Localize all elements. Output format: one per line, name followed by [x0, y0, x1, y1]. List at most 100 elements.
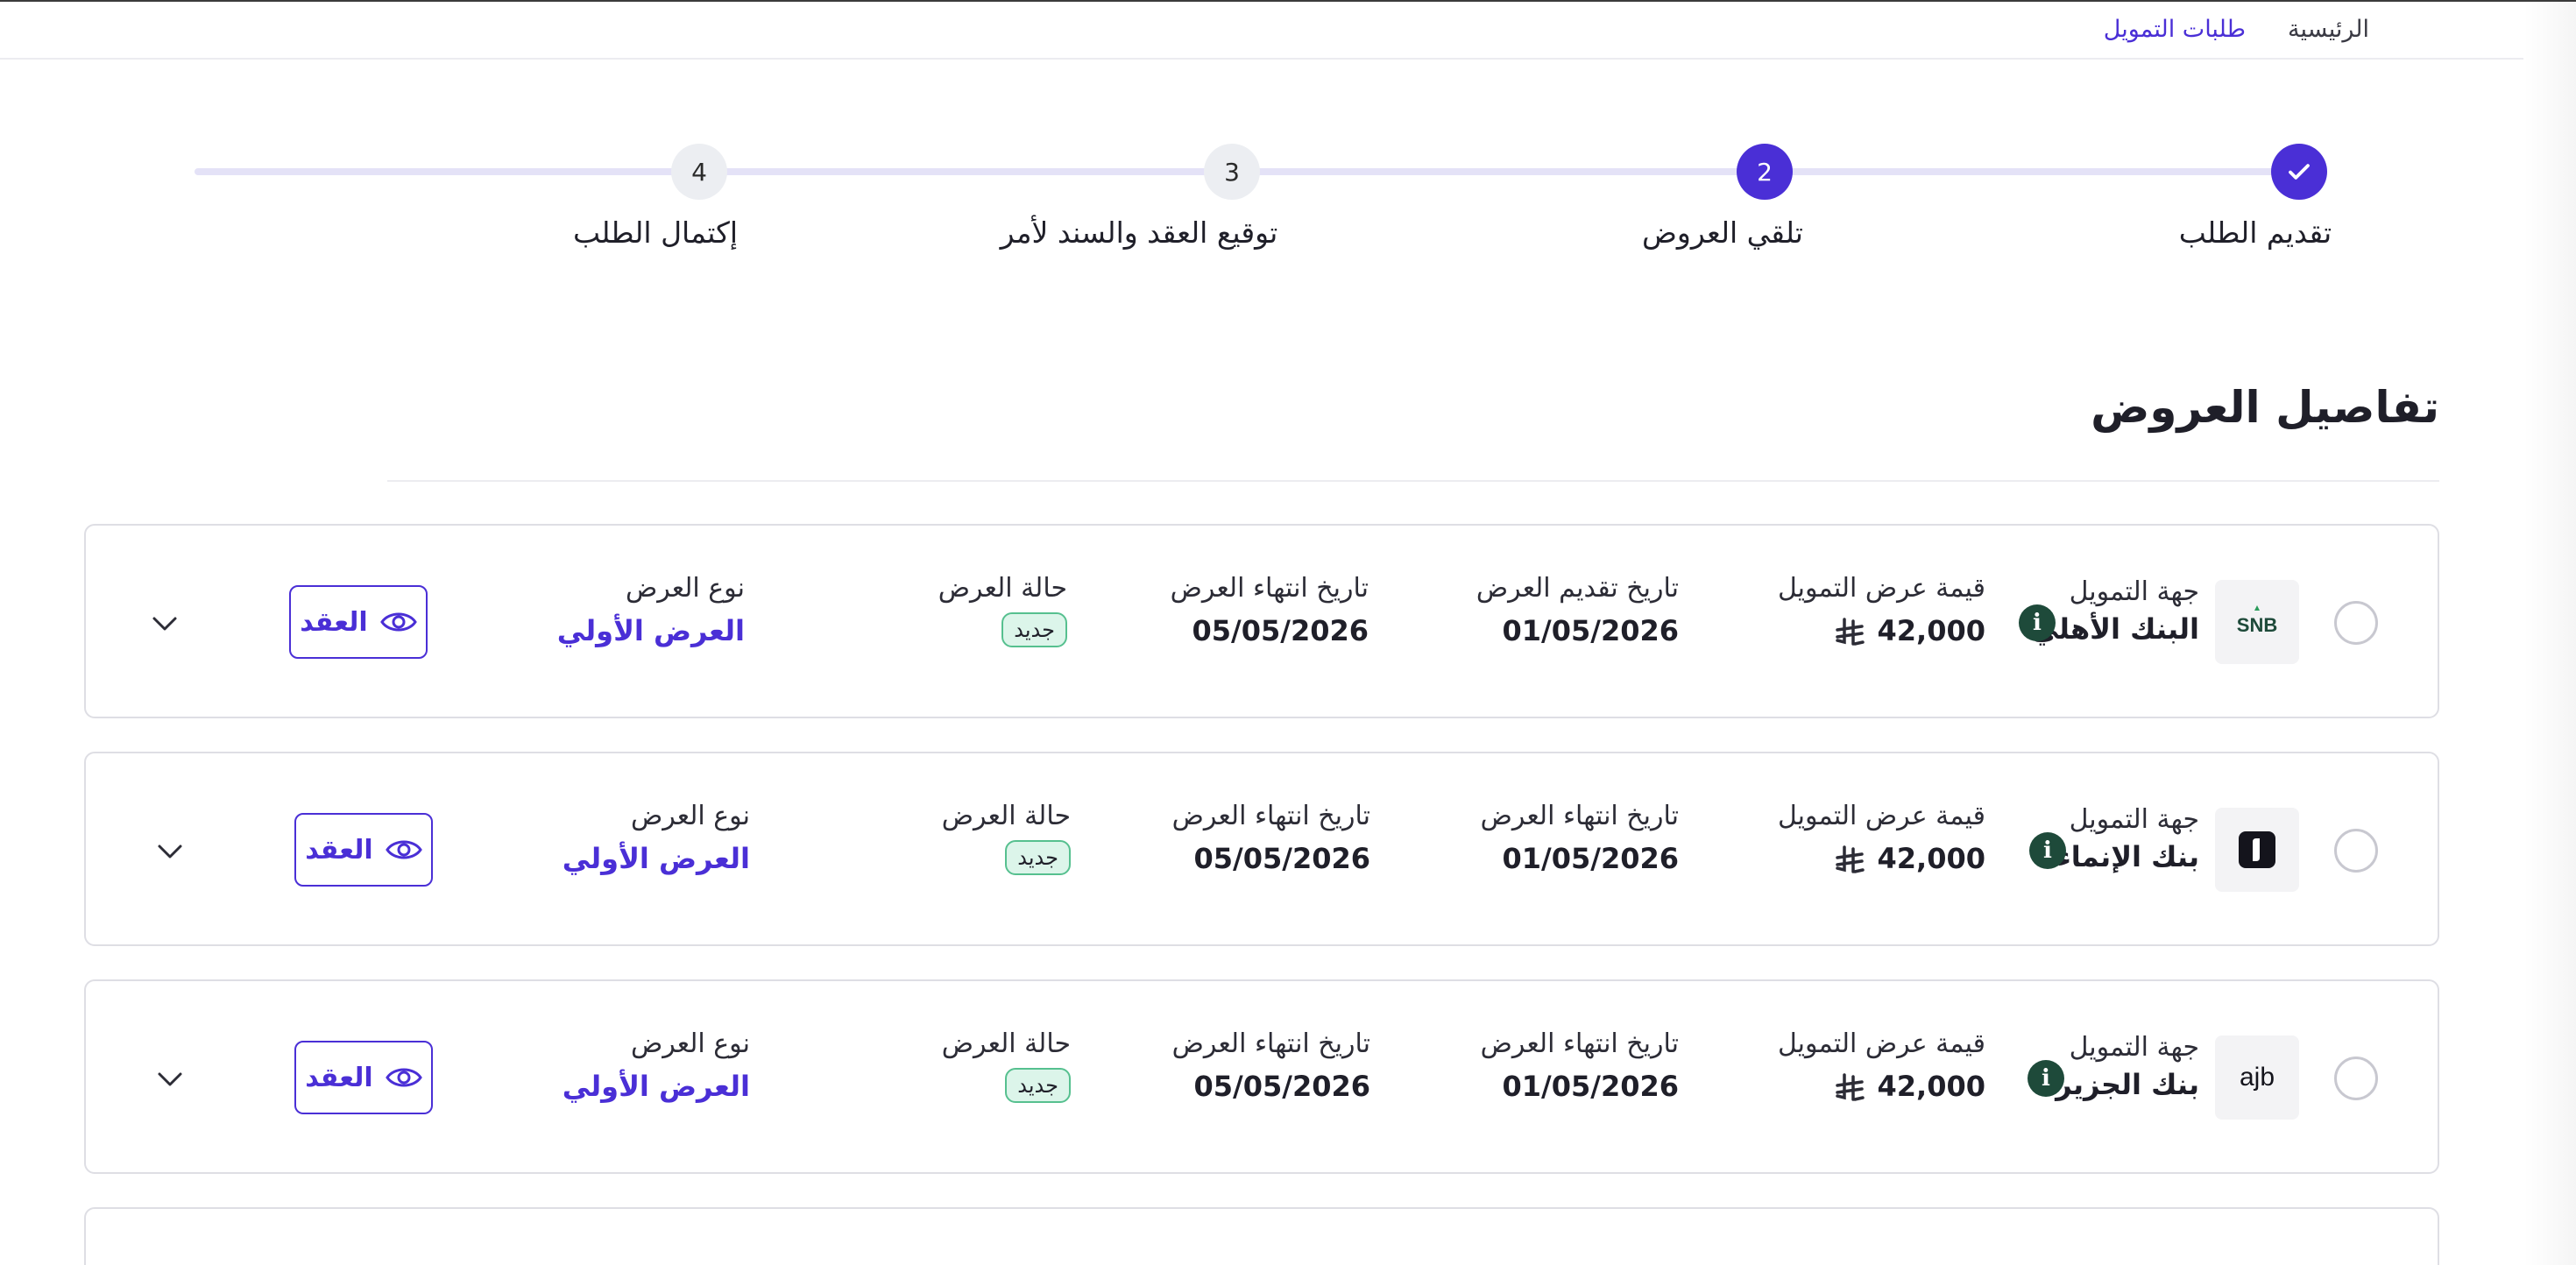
lender-label: جهة التمويل	[2069, 804, 2199, 835]
contract-button-label: العقد	[305, 1062, 373, 1093]
contract-button[interactable]: العقد	[294, 813, 433, 887]
amount-value: 42,000	[1778, 1070, 1985, 1103]
step-4-circle: 4	[671, 144, 727, 200]
bank-logo-snb: SNB	[2215, 580, 2299, 664]
step-1-circle	[2271, 144, 2327, 200]
expiry-date-cell: تاريخ انتهاء العرض 05/05/2026	[1171, 573, 1369, 647]
expiry-date-value: 05/05/2026	[1193, 1070, 1371, 1103]
contract-button[interactable]: العقد	[294, 1041, 433, 1114]
offer-type-cell: نوع العرض العرض الأولي	[557, 573, 745, 647]
offer-type-label: نوع العرض	[630, 1028, 750, 1059]
step-2-label: تلقي العروض	[1642, 216, 1803, 250]
lender-label: جهة التمويل	[2069, 576, 2199, 607]
breadcrumb-current-link[interactable]: طلبات التمويل	[2104, 16, 2246, 43]
amount-value: 42,000	[1778, 614, 1985, 647]
amount-number: 42,000	[1877, 842, 1985, 875]
offer-type-label: نوع العرض	[625, 573, 745, 604]
riyal-icon	[1835, 845, 1865, 873]
submit-date-cell: تاريخ انتهاء العرض 01/05/2026	[1481, 1028, 1679, 1103]
eye-icon	[385, 840, 422, 859]
offer-select-radio[interactable]	[2334, 601, 2378, 645]
offer-type-value: العرض الأولي	[562, 1070, 750, 1103]
expiry-date-cell: تاريخ انتهاء العرض 05/05/2026	[1172, 801, 1370, 875]
section-title: تفاصيل العروض	[2091, 382, 2439, 433]
expiry-date-cell: تاريخ انتهاء العرض 05/05/2026	[1172, 1028, 1370, 1103]
riyal-icon	[1835, 618, 1865, 646]
offer-type-value: العرض الأولي	[556, 614, 745, 647]
breadcrumb-divider	[0, 58, 2523, 60]
offer-select-radio[interactable]	[2334, 1057, 2378, 1100]
contract-button-label: العقد	[305, 834, 373, 866]
step-3-circle: 3	[1204, 144, 1260, 200]
offer-type-cell: نوع العرض العرض الأولي	[563, 801, 750, 875]
lender-cell: جهة التمويل البنك الأهلي	[2031, 576, 2199, 646]
amount-label: قيمة عرض التمويل	[1777, 801, 1985, 831]
info-icon[interactable]: i	[2028, 1060, 2064, 1097]
lender-cell: جهة التمويل بنك الإنماء	[2056, 804, 2199, 873]
status-label: حالة العرض	[941, 801, 1071, 831]
snb-logo-text: SNB	[2237, 614, 2277, 636]
status-label: حالة العرض	[941, 1028, 1071, 1059]
offer-card[interactable]: جهة التمويل بنك الإنماء i قيمة عرض التمو…	[84, 752, 2439, 946]
info-icon[interactable]: i	[2019, 604, 2056, 641]
offer-card-partial[interactable]	[84, 1207, 2439, 1265]
status-label: حالة العرض	[938, 573, 1067, 604]
amount-cell: قيمة عرض التمويل 42,000	[1778, 1028, 1985, 1103]
submit-date-label: تاريخ انتهاء العرض	[1480, 801, 1679, 831]
ajb-logo-text: ajb	[2240, 1063, 2275, 1092]
lender-name: البنك الأهلي	[2030, 612, 2199, 646]
offer-select-radio[interactable]	[2334, 829, 2378, 873]
contract-button[interactable]: العقد	[289, 585, 428, 659]
alinma-icon	[2239, 831, 2275, 868]
expiry-date-label: تاريخ انتهاء العرض	[1170, 573, 1369, 604]
step-3-number: 3	[1224, 157, 1240, 187]
lender-label: جهة التمويل	[2069, 1032, 2199, 1063]
status-badge: جديد	[1005, 840, 1071, 875]
eye-icon	[379, 612, 417, 632]
lender-cell: جهة التمويل بنك الجزيرة	[2039, 1032, 2199, 1101]
lender-name: بنك الإنماء	[2056, 840, 2199, 873]
step-2-circle: 2	[1737, 144, 1793, 200]
offer-type-label: نوع العرض	[630, 801, 750, 831]
riyal-icon	[1835, 1073, 1865, 1101]
check-icon	[2289, 164, 2310, 180]
expiry-date-label: تاريخ انتهاء العرض	[1171, 1028, 1370, 1059]
status-badge: جديد	[1005, 1068, 1071, 1103]
submit-date-value: 01/05/2026	[1502, 1070, 1680, 1103]
submit-date-cell: تاريخ انتهاء العرض 01/05/2026	[1481, 801, 1679, 875]
status-cell: حالة العرض جديد	[942, 1028, 1071, 1103]
breadcrumb: الرئيسية طلبات التمويل	[2104, 16, 2369, 43]
section-divider	[387, 480, 2439, 482]
expiry-date-value: 05/05/2026	[1192, 614, 1369, 647]
amount-number: 42,000	[1877, 614, 1985, 647]
offer-type-value: العرض الأولي	[562, 842, 750, 875]
amount-cell: قيمة عرض التمويل 42,000	[1778, 573, 1985, 647]
step-2-number: 2	[1757, 157, 1773, 187]
submit-date-label: تاريخ انتهاء العرض	[1480, 1028, 1679, 1059]
status-badge: جديد	[1001, 612, 1067, 647]
submit-date-value: 01/05/2026	[1502, 842, 1680, 875]
expiry-date-label: تاريخ انتهاء العرض	[1171, 801, 1370, 831]
amount-value: 42,000	[1778, 842, 1985, 875]
status-cell: حالة العرض جديد	[938, 573, 1067, 647]
bank-logo-ajb: ajb	[2215, 1035, 2299, 1120]
step-4-label: إكتمال الطلب	[572, 216, 739, 250]
amount-label: قيمة عرض التمويل	[1777, 573, 1985, 604]
submit-date-cell: تاريخ تقديم العرض 01/05/2026	[1476, 573, 1679, 647]
offer-card[interactable]: SNB جهة التمويل البنك الأهلي i قيمة عرض …	[84, 524, 2439, 718]
submit-date-value: 01/05/2026	[1502, 614, 1680, 647]
amount-number: 42,000	[1877, 1070, 1985, 1103]
expiry-date-value: 05/05/2026	[1193, 842, 1371, 875]
offer-card[interactable]: ajb جهة التمويل بنك الجزيرة i قيمة عرض ا…	[84, 979, 2439, 1174]
info-icon[interactable]: i	[2029, 832, 2066, 869]
status-cell: حالة العرض جديد	[942, 801, 1071, 875]
breadcrumb-home-link[interactable]: الرئيسية	[2288, 16, 2369, 43]
amount-label: قيمة عرض التمويل	[1777, 1028, 1985, 1059]
chevron-down-icon[interactable]	[147, 606, 182, 641]
step-3-label: توقيع العقد والسند لأمر	[1000, 216, 1278, 250]
contract-button-label: العقد	[300, 606, 368, 638]
step-4-number: 4	[691, 157, 707, 187]
chevron-down-icon[interactable]	[152, 834, 188, 869]
chevron-down-icon[interactable]	[152, 1062, 188, 1097]
step-1-label: تقديم الطلب	[2178, 216, 2332, 250]
